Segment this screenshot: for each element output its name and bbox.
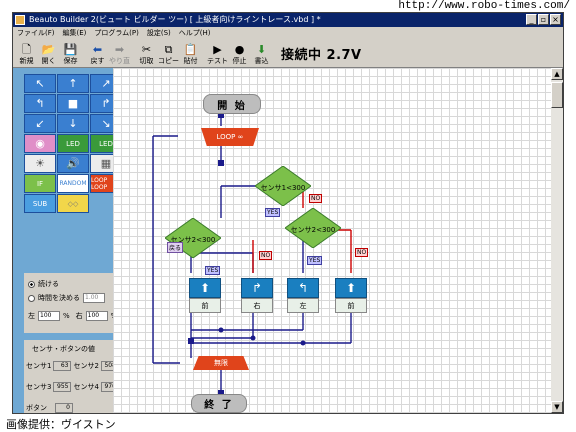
- write-button[interactable]: ⬇ 書込: [251, 41, 272, 66]
- left-speed-input[interactable]: 100: [38, 311, 60, 321]
- turn-left-icon[interactable]: ↰: [24, 94, 56, 113]
- close-button[interactable]: ×: [550, 14, 561, 25]
- block-palette-panel: ↖ ↑ ↗ ↰ ■ ↱ ↙ ↓ ↘ ◉ LED LED ☀ 🔊 ▦ IF RAN…: [13, 68, 122, 413]
- sensor-panel-title: センサ・ボタンの値: [32, 345, 95, 353]
- sensor3-value: 955: [53, 381, 72, 392]
- arrow-down-icon[interactable]: ↓: [57, 114, 89, 133]
- wait-icon[interactable]: ◇◇: [57, 194, 89, 213]
- end-block[interactable]: 終 了: [191, 394, 247, 413]
- maximize-button[interactable]: ▫: [538, 14, 549, 25]
- light-icon[interactable]: ☀: [24, 154, 56, 173]
- menu-bar: ファイル(F) 編集(E) プログラム(P) 設定(S) ヘルプ(H): [13, 27, 563, 39]
- stop-button[interactable]: ● 停止: [229, 41, 250, 66]
- motion-options: 続ける 時間を決める 1.00 左 100 % 右 100 %: [24, 273, 122, 333]
- yes-label: YES: [265, 208, 281, 217]
- undo-button[interactable]: ⬅ 戻す: [87, 41, 108, 66]
- time-input[interactable]: 1.00: [83, 293, 105, 303]
- svg-text:センサ2<300: センサ2<300: [291, 226, 336, 234]
- title-bar: Beauto Builder 2(ビュート ビルダー ツー) [ 上級者向けライ…: [13, 13, 563, 27]
- scroll-up-button[interactable]: ▲: [551, 68, 563, 80]
- image-credit: 画像提供：ヴイストン: [6, 418, 116, 431]
- vertical-scrollbar[interactable]: ▲ ▼: [551, 68, 563, 413]
- button-value: 0: [55, 402, 73, 413]
- led-icon[interactable]: LED: [57, 134, 89, 153]
- if-sensor2-block-right[interactable]: センサ2<300: [285, 208, 341, 248]
- no-label: NO: [259, 251, 273, 260]
- window-title: Beauto Builder 2(ビュート ビルダー ツー) [ 上級者向けライ…: [29, 15, 321, 24]
- infinity-badge: ∞: [237, 133, 244, 141]
- new-file-icon: 🗋: [22, 43, 31, 56]
- svg-text:センサ1<300: センサ1<300: [261, 184, 306, 192]
- redo-button[interactable]: ➡ やり直: [109, 41, 130, 66]
- menu-settings[interactable]: 設定(S): [147, 27, 171, 39]
- stop-square-icon[interactable]: ■: [57, 94, 89, 113]
- source-url: http://www.robo-times.com/: [398, 0, 570, 12]
- play-icon: ▶: [213, 43, 222, 56]
- loop-end-block[interactable]: 無限: [193, 356, 249, 370]
- save-icon: 💾: [63, 43, 78, 56]
- radio-continue[interactable]: [28, 280, 35, 288]
- undo-icon: ⬅: [92, 43, 103, 56]
- arrow-down-left-icon[interactable]: ↙: [24, 114, 56, 133]
- arrow-up-icon[interactable]: ↑: [57, 74, 89, 93]
- arrow-up-left-icon[interactable]: ↖: [24, 74, 56, 93]
- cut-icon: ✂: [141, 43, 152, 56]
- no-label: NO: [309, 194, 323, 203]
- redo-icon: ➡: [114, 43, 125, 56]
- menu-program[interactable]: プログラム(P): [94, 27, 138, 39]
- no-label: NO: [355, 248, 369, 257]
- yes-label: YES: [307, 256, 323, 265]
- yes-label: YES: [205, 266, 221, 275]
- loop-block[interactable]: LOOP ∞: [201, 128, 259, 146]
- copy-icon: ⧉: [164, 43, 173, 56]
- if-sensor1-block[interactable]: センサ1<300: [255, 166, 311, 206]
- sensor1-value: 63: [53, 360, 72, 371]
- menu-help[interactable]: ヘルプ(H): [179, 27, 211, 39]
- connection-status: 接続中 2.7V: [281, 48, 362, 63]
- test-button[interactable]: ▶ テスト: [207, 41, 228, 66]
- block-palette: ↖ ↑ ↗ ↰ ■ ↱ ↙ ↓ ↘ ◉ LED LED ☀ 🔊 ▦ IF RAN…: [24, 74, 122, 213]
- turn-right-icon: ↱: [251, 281, 263, 295]
- sensor-values-panel: センサ・ボタンの値 センサ1 63 センサ2 508 センサ3 955 センサ4…: [24, 340, 122, 413]
- random-icon[interactable]: RANDOM: [57, 174, 89, 193]
- scroll-down-button[interactable]: ▼: [551, 401, 563, 413]
- sub-icon[interactable]: SUB: [24, 194, 56, 213]
- program-canvas[interactable]: 開 始 LOOP ∞ センサ1<300 センサ2<300 センサ2<300 YE…: [113, 68, 551, 413]
- open-icon: 📂: [41, 43, 56, 56]
- app-icon: [15, 15, 25, 25]
- scroll-thumb[interactable]: [551, 82, 563, 108]
- turn-left-icon: ↰: [297, 281, 309, 295]
- new-button[interactable]: 🗋 新規: [16, 41, 37, 66]
- app-window: Beauto Builder 2(ビュート ビルダー ツー) [ 上級者向けライ…: [12, 12, 564, 414]
- start-block[interactable]: 開 始: [203, 94, 261, 114]
- paste-icon: 📋: [183, 43, 198, 56]
- toolbar: 🗋 新規 📂 開く 💾 保存 ⬅ 戻す ➡ やり直 ✂ 切取 ⧉ コピー 📋 貼付 ▶ テスト ●…: [13, 40, 563, 68]
- radio-time[interactable]: [28, 294, 35, 302]
- right-speed-input[interactable]: 100: [85, 311, 108, 321]
- paste-button[interactable]: 📋 貼付: [180, 41, 201, 66]
- arrow-up-icon: ⬆: [199, 281, 211, 295]
- back-label: 戻る: [167, 242, 184, 253]
- sensor-icon[interactable]: ◉: [24, 134, 56, 153]
- menu-edit[interactable]: 編集(E): [63, 27, 87, 39]
- open-button[interactable]: 📂 開く: [38, 41, 59, 66]
- arrow-up-icon: ⬆: [345, 281, 357, 295]
- menu-file[interactable]: ファイル(F): [17, 27, 55, 39]
- stop-icon: ●: [234, 43, 245, 56]
- download-icon: ⬇: [256, 43, 267, 56]
- speaker-icon[interactable]: 🔊: [57, 154, 89, 173]
- minimize-button[interactable]: _: [526, 14, 537, 25]
- copy-button[interactable]: ⧉ コピー: [158, 41, 179, 66]
- cut-button[interactable]: ✂ 切取: [136, 41, 157, 66]
- if-icon[interactable]: IF: [24, 174, 56, 193]
- save-button[interactable]: 💾 保存: [60, 41, 81, 66]
